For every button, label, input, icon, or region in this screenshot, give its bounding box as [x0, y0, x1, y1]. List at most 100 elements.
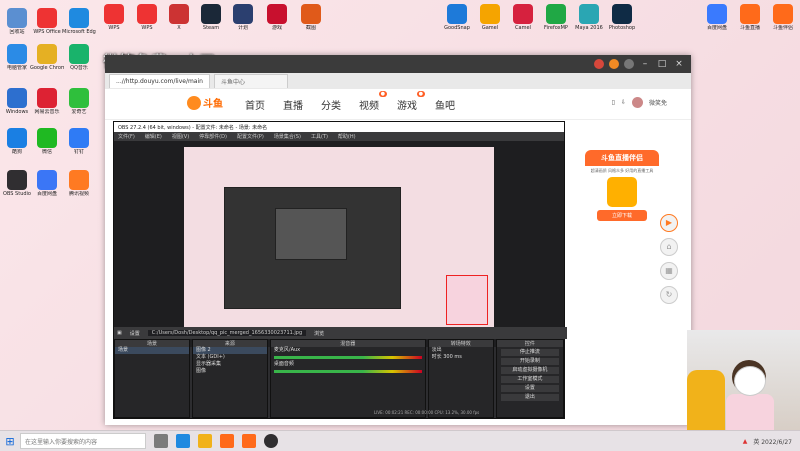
desktop-icon[interactable]: 百度网盘	[700, 4, 734, 31]
menu-scene-collection[interactable]: 场景集合(S)	[274, 133, 301, 140]
tray-text[interactable]: 英 2022/6/27	[753, 437, 792, 446]
menu-profile[interactable]: 配置文件(P)	[237, 133, 264, 140]
explorer-taskbar-icon[interactable]	[198, 434, 212, 448]
transition-select[interactable]: 淡出	[429, 347, 493, 354]
menu-file[interactable]: 文件(F)	[118, 133, 135, 140]
obs-taskbar-icon[interactable]	[264, 434, 278, 448]
nav-video[interactable]: 视频 ●	[359, 90, 387, 112]
menu-help[interactable]: 帮助(H)	[338, 133, 356, 140]
desktop-icon[interactable]: 游戏	[260, 4, 294, 31]
desktop-icon[interactable]: 钉钉	[62, 128, 96, 155]
desktop-icon[interactable]: 百度网盘	[30, 170, 64, 197]
taskbar: ⊞ 在这里输入你要搜索的内容 ▲ 英 2022/6/27	[0, 430, 800, 451]
refresh-icon[interactable]: ↻	[660, 286, 678, 304]
douyu-companion-taskbar-icon[interactable]	[242, 434, 256, 448]
obs-preview[interactable]	[114, 141, 564, 347]
desktop-icon[interactable]: Steam	[194, 4, 228, 31]
gallery-icon[interactable]: ▦	[660, 262, 678, 280]
menu-edit[interactable]: 编辑(E)	[145, 133, 162, 140]
close-icon[interactable]: ×	[673, 59, 685, 69]
source-item[interactable]: 图像 2	[192, 347, 267, 354]
desktop-icon[interactable]: 腾讯视频	[62, 170, 96, 197]
douyu-taskbar-icon[interactable]	[220, 434, 234, 448]
desktop-icon[interactable]: Photoshop	[605, 4, 639, 31]
avatar[interactable]	[631, 97, 643, 108]
preview-desktop-capture	[184, 147, 494, 327]
desktop-icon[interactable]: OBS Studio	[0, 170, 34, 197]
nav-yuba[interactable]: 鱼吧	[435, 97, 455, 112]
menu-docks[interactable]: 停靠部件(D)	[199, 133, 227, 140]
user-name[interactable]: 微笑免	[649, 98, 667, 107]
browser-tab-center[interactable]: 斗鱼中心	[213, 74, 288, 88]
properties-label[interactable]: 设置	[130, 330, 140, 337]
source-item[interactable]: 显示器采集	[193, 361, 267, 368]
desktop-icon[interactable]: Maya 2016	[572, 4, 606, 31]
source-item[interactable]: 图像	[193, 368, 267, 375]
studio-mode-button[interactable]: 工作室模式	[500, 376, 560, 383]
douyu-logo[interactable]: 斗鱼	[187, 95, 223, 110]
warning-icon[interactable]: ▲	[743, 438, 748, 445]
preview-webcam-source[interactable]	[446, 275, 488, 325]
grey-circle-icon[interactable]	[624, 59, 634, 69]
desktop-icon[interactable]: 计划	[226, 4, 260, 31]
promo-download-button[interactable]: 立即下载	[597, 210, 647, 221]
nav-live[interactable]: 直播	[283, 97, 303, 112]
nav-game[interactable]: 游戏 ●	[397, 90, 425, 112]
desktop-icon[interactable]: Windows	[0, 88, 34, 115]
desktop-icon[interactable]: X	[162, 4, 196, 31]
virtual-camera-button[interactable]: 启动虚拟摄像机	[500, 367, 560, 374]
home-icon[interactable]: ⌂	[660, 238, 678, 256]
windows-start-icon[interactable]: ⊞	[0, 435, 20, 448]
obs-menubar: 文件(F) 编辑(E) 视图(V) 停靠部件(D) 配置文件(P) 场景集合(S…	[114, 132, 564, 141]
desktop-icon[interactable]: QQ音乐	[62, 44, 96, 71]
menu-tools[interactable]: 工具(T)	[311, 133, 328, 140]
promo-title: 斗鱼直播伴侣	[585, 150, 659, 166]
task-view-icon[interactable]	[154, 434, 168, 448]
desktop-icon[interactable]: 微信	[30, 128, 64, 155]
desktop-icon[interactable]: WPS	[130, 4, 164, 31]
desktop-icon[interactable]: 斗鱼伴侣	[766, 4, 800, 31]
image-icon: ▣	[117, 330, 122, 336]
maximize-icon[interactable]: □	[656, 59, 668, 69]
settings-button[interactable]: 设置	[500, 385, 560, 392]
desktop-icon[interactable]: 斗鱼直播	[733, 4, 767, 31]
download-icon[interactable]: ⇩	[621, 99, 626, 106]
nav-category[interactable]: 分类	[321, 97, 341, 112]
exit-button[interactable]: 退出	[500, 394, 560, 401]
desktop-icon[interactable]: 酷狗	[0, 128, 34, 155]
desktop-icon[interactable]: 电脑管家	[0, 44, 34, 71]
app-icon	[707, 4, 727, 24]
app-icon	[7, 8, 27, 28]
stop-stream-button[interactable]: 停止推流	[500, 349, 560, 356]
scene-item[interactable]: 场景	[115, 347, 189, 354]
desktop-icon[interactable]: Google Chrome	[30, 44, 64, 71]
desktop-icon[interactable]: WPS	[97, 4, 131, 31]
browse-button[interactable]: 浏览	[314, 330, 324, 337]
promo-card[interactable]: 斗鱼直播伴侣 超清画质 风格众多 好用的直播工具 立即下载	[585, 150, 659, 230]
history-icon[interactable]: ▯	[612, 99, 615, 106]
desktop-icon[interactable]: 截图	[294, 4, 328, 31]
menu-view[interactable]: 视图(V)	[172, 133, 189, 140]
taskbar-search-input[interactable]: 在这里输入你要搜索的内容	[20, 433, 146, 449]
transition-duration[interactable]: 时长 300 ms	[429, 354, 493, 361]
image-path-field[interactable]: C:/Users/Dosh/Desktop/qq_pic_merged_1656…	[147, 330, 307, 336]
desktop-icon[interactable]: GoodSnap	[440, 4, 474, 31]
edge-taskbar-icon[interactable]	[176, 434, 190, 448]
desktop-icon[interactable]: Camel	[506, 4, 540, 31]
minimize-icon[interactable]: –	[639, 59, 651, 69]
desktop-icon[interactable]: WPS Office	[30, 8, 64, 35]
desktop-icon[interactable]: Gamel	[473, 4, 507, 31]
desktop-icon[interactable]: Microsoft Edge	[62, 8, 96, 35]
desktop-icon[interactable]: 网易云音乐	[30, 88, 64, 115]
desktop-icon[interactable]: FirefoxMP	[539, 4, 573, 31]
play-icon[interactable]: ▶	[660, 214, 678, 232]
start-record-button[interactable]: 开始录制	[500, 358, 560, 365]
source-item[interactable]: 文本 (GDI+)	[193, 354, 267, 361]
nav-home[interactable]: 首页	[245, 97, 265, 112]
desktop-icon-label: Steam	[202, 25, 220, 31]
desktop-icon[interactable]: 回收站	[0, 8, 34, 35]
desktop-icon[interactable]: 爱奇艺	[62, 88, 96, 115]
browser-tab-url[interactable]: ...//http.douyu.com/live/main	[109, 74, 210, 88]
red-circle-icon[interactable]	[594, 59, 604, 69]
orange-circle-icon[interactable]	[609, 59, 619, 69]
